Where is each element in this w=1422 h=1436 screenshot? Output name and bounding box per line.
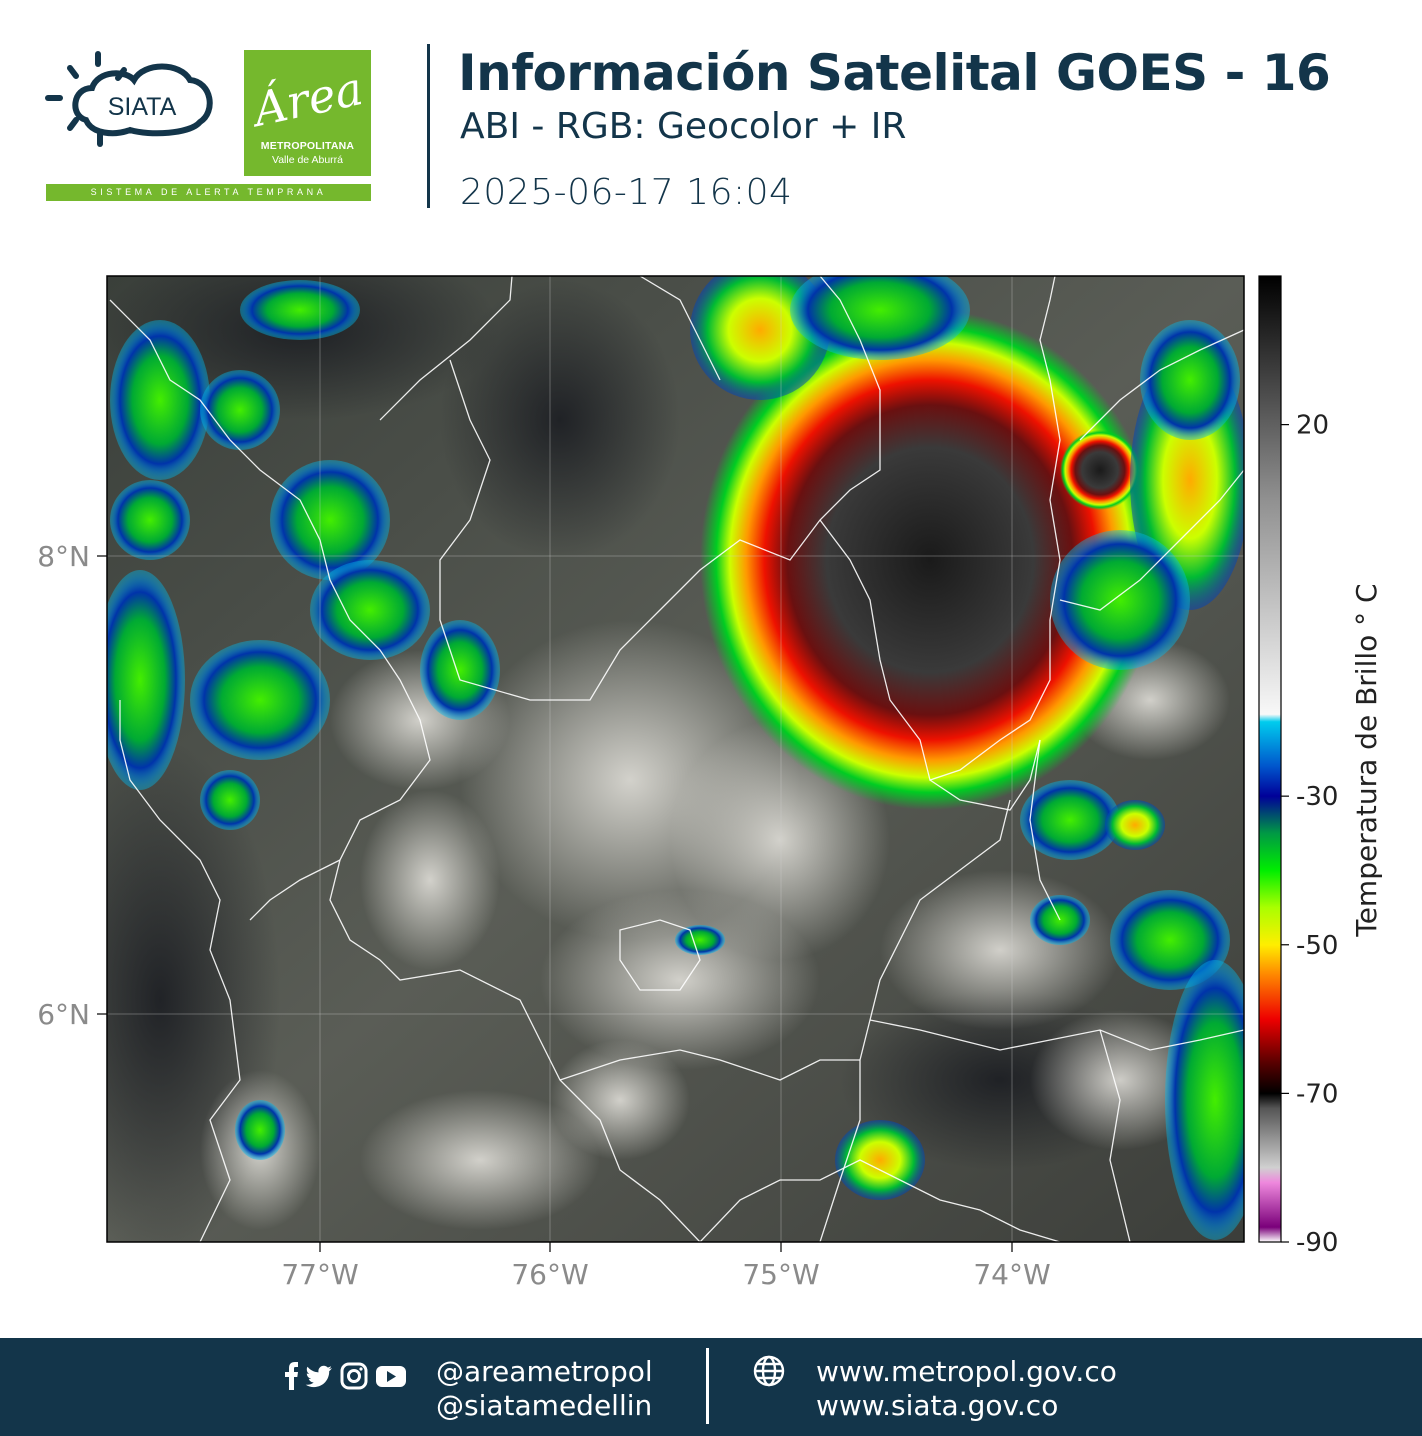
lon-tick-label: 77°W: [281, 1258, 358, 1291]
lon-tick-label: 74°W: [973, 1258, 1050, 1291]
colorbar-ticks: 20 -30 -50 -70 -90: [1281, 411, 1338, 1258]
website-link-2[interactable]: www.siata.gov.co: [816, 1390, 1058, 1422]
social-handle-2[interactable]: @siatamedellin: [436, 1390, 652, 1422]
colorbar-tick-label: -30: [1296, 782, 1338, 812]
colorbar-title: Temperatura de Brillo ° C: [1350, 583, 1383, 937]
colorbar-tick-label: -90: [1296, 1228, 1338, 1258]
lat-tick-label: 6°N: [37, 998, 90, 1031]
footer-divider: [706, 1348, 709, 1424]
instagram-icon[interactable]: [340, 1362, 368, 1390]
colorbar: 20 -30 -50 -70 -90 Temperatura de Brillo ° C: [1258, 275, 1383, 1258]
footer: @areametropol @siatamedellin www.metropo…: [0, 1338, 1422, 1436]
globe-icon: [753, 1355, 785, 1387]
social-handle-1[interactable]: @areametropol: [436, 1356, 653, 1388]
website-link-1[interactable]: www.metropol.gov.co: [816, 1356, 1117, 1388]
twitter-icon[interactable]: [305, 1365, 332, 1388]
youtube-icon[interactable]: [376, 1366, 406, 1387]
lon-tick-label: 76°W: [511, 1258, 588, 1291]
social-icons: [285, 1362, 406, 1390]
colorbar-tick-label: -70: [1296, 1079, 1338, 1109]
lat-axis: 8°N 6°N: [37, 540, 107, 1031]
satellite-map-figure: 8°N 6°N 77°W 76°W 75°W 74°W 20 -30 -50 -70 -…: [37, 275, 1383, 1291]
colorbar-tick-label: -50: [1296, 931, 1338, 961]
satellite-image: [107, 276, 1244, 1242]
lat-tick-label: 8°N: [37, 540, 90, 573]
facebook-icon[interactable]: [285, 1362, 298, 1390]
colorbar-tick-label: 20: [1296, 411, 1329, 441]
colorbar-gradient: [1259, 276, 1281, 1242]
lon-tick-label: 75°W: [742, 1258, 819, 1291]
lon-axis: 77°W 76°W 75°W 74°W: [281, 1242, 1051, 1291]
